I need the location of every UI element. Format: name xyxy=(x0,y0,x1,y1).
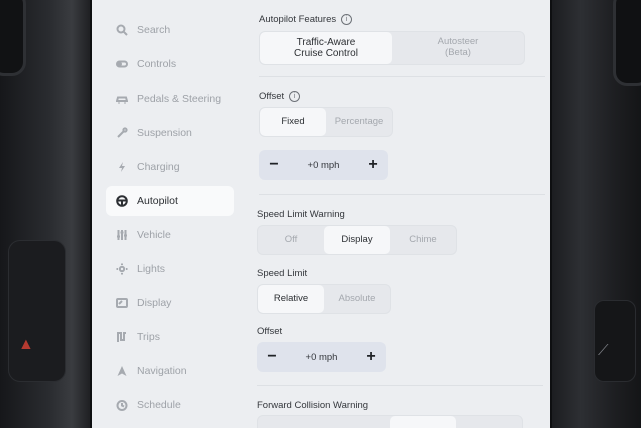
touchscreen: Search Controls Pedals & Steering Suspen… xyxy=(90,0,552,428)
forward-collision-option[interactable] xyxy=(258,416,390,428)
lightning-icon xyxy=(114,159,130,175)
speed-limit-offset-stepper: − +0 mph + xyxy=(257,342,386,372)
speed-limit-warning-selector: Off Display Chime xyxy=(257,225,457,255)
forward-collision-warning-heading: Forward Collision Warning xyxy=(257,400,368,411)
speed-limit-warning-label: Speed Limit Warning xyxy=(257,209,345,220)
sidebar-item-lights[interactable]: Lights xyxy=(106,254,234,284)
divider xyxy=(259,194,545,195)
sidebar-item-label: Navigation xyxy=(137,365,187,377)
autopilot-features-heading: Autopilot Features i xyxy=(259,14,353,25)
sidebar-item-search[interactable]: Search xyxy=(106,15,234,45)
sidebar-item-navigation[interactable]: Navigation xyxy=(106,356,234,386)
increase-button[interactable]: + xyxy=(364,348,378,366)
display-icon xyxy=(114,295,130,311)
sidebar-item-label: Pedals & Steering xyxy=(137,93,222,105)
offset-label: Offset xyxy=(257,326,283,337)
sidebar-item-schedule[interactable]: Schedule xyxy=(106,390,234,420)
left-console-panel xyxy=(8,240,66,382)
sidebar-item-charging[interactable]: Charging xyxy=(106,152,234,182)
speed-limit-label: Speed Limit xyxy=(257,268,308,279)
decrease-button[interactable]: − xyxy=(265,348,279,366)
offset-value: +0 mph xyxy=(307,159,340,171)
sidebar-item-controls[interactable]: Controls xyxy=(106,49,234,79)
left-dashboard-bezel xyxy=(0,0,90,428)
speed-limit-offset-heading: Offset xyxy=(257,326,282,337)
trips-icon xyxy=(114,329,130,345)
forward-collision-option-selected[interactable] xyxy=(390,416,456,428)
speed-limit-warning-heading: Speed Limit Warning xyxy=(257,209,345,220)
car-icon xyxy=(114,91,130,107)
offset-stepper: − +0 mph + xyxy=(259,150,388,180)
option-percentage[interactable]: Percentage xyxy=(326,108,392,136)
right-console-panel xyxy=(594,300,636,382)
wrench-icon xyxy=(114,125,130,141)
sidebar-item-label: Controls xyxy=(137,58,177,70)
sidebar-item-vehicle[interactable]: Vehicle xyxy=(106,220,234,250)
steering-wheel-icon xyxy=(114,193,130,209)
sidebar-item-label: Search xyxy=(137,24,171,36)
sidebar-item-label: Display xyxy=(137,297,172,309)
forward-collision-warning-selector xyxy=(257,415,523,428)
sidebar-item-label: Charging xyxy=(137,161,180,173)
increase-button[interactable]: + xyxy=(366,156,380,174)
clock-icon xyxy=(114,397,130,413)
option-display[interactable]: Display xyxy=(324,226,390,254)
offset-heading: Offset i xyxy=(259,91,301,102)
settings-sidebar: Search Controls Pedals & Steering Suspen… xyxy=(92,0,240,428)
sidebar-item-label: Suspension xyxy=(137,127,192,139)
option-traffic-aware-cruise-control[interactable]: Traffic-Aware Cruise Control xyxy=(260,32,392,64)
autopilot-features-label: Autopilot Features xyxy=(259,14,337,25)
sidebar-item-pedals-steering[interactable]: Pedals & Steering xyxy=(106,84,234,114)
search-icon xyxy=(114,22,130,38)
sun-icon xyxy=(114,261,130,277)
option-fixed[interactable]: Fixed xyxy=(260,108,326,136)
option-off[interactable]: Off xyxy=(258,226,324,254)
divider xyxy=(259,76,545,77)
autopilot-features-selector: Traffic-Aware Cruise Control Autosteer (… xyxy=(259,31,525,65)
offset-label: Offset xyxy=(259,91,285,102)
option-absolute[interactable]: Absolute xyxy=(324,285,390,313)
decrease-button[interactable]: − xyxy=(267,156,281,174)
right-dashboard-bezel xyxy=(548,0,641,428)
forward-collision-warning-label: Forward Collision Warning xyxy=(257,400,369,411)
offset-value: +0 mph xyxy=(305,351,338,363)
speed-limit-heading: Speed Limit xyxy=(257,268,307,279)
sidebar-item-autopilot[interactable]: Autopilot xyxy=(106,186,234,216)
sidebar-item-label: Schedule xyxy=(137,399,181,411)
option-autosteer-beta[interactable]: Autosteer (Beta) xyxy=(392,32,524,64)
offset-mode-selector: Fixed Percentage xyxy=(259,107,393,137)
toggle-icon xyxy=(114,56,130,72)
sidebar-item-display[interactable]: Display xyxy=(106,288,234,318)
sidebar-item-label: Trips xyxy=(137,331,160,343)
autopilot-settings-panel: Autopilot Features i Traffic-Aware Cruis… xyxy=(252,0,550,428)
option-chime[interactable]: Chime xyxy=(390,226,456,254)
speed-limit-selector: Relative Absolute xyxy=(257,284,391,314)
sidebar-item-suspension[interactable]: Suspension xyxy=(106,118,234,148)
sliders-icon xyxy=(114,227,130,243)
navigation-arrow-icon xyxy=(114,363,130,379)
seat-heater-icon[interactable]: ⟋ xyxy=(598,342,609,359)
forward-collision-option[interactable] xyxy=(456,416,522,428)
right-air-vent xyxy=(613,0,641,86)
divider xyxy=(257,385,543,386)
sidebar-item-label: Vehicle xyxy=(137,229,171,241)
sidebar-item-label: Lights xyxy=(137,263,166,275)
hazard-warning-icon[interactable]: ▲ xyxy=(18,336,34,354)
left-air-vent xyxy=(0,0,26,76)
sidebar-item-label: Autopilot xyxy=(137,195,178,207)
info-icon[interactable]: i xyxy=(341,14,353,25)
info-icon[interactable]: i xyxy=(289,91,301,102)
option-relative[interactable]: Relative xyxy=(258,285,324,313)
sidebar-item-trips[interactable]: Trips xyxy=(106,322,234,352)
